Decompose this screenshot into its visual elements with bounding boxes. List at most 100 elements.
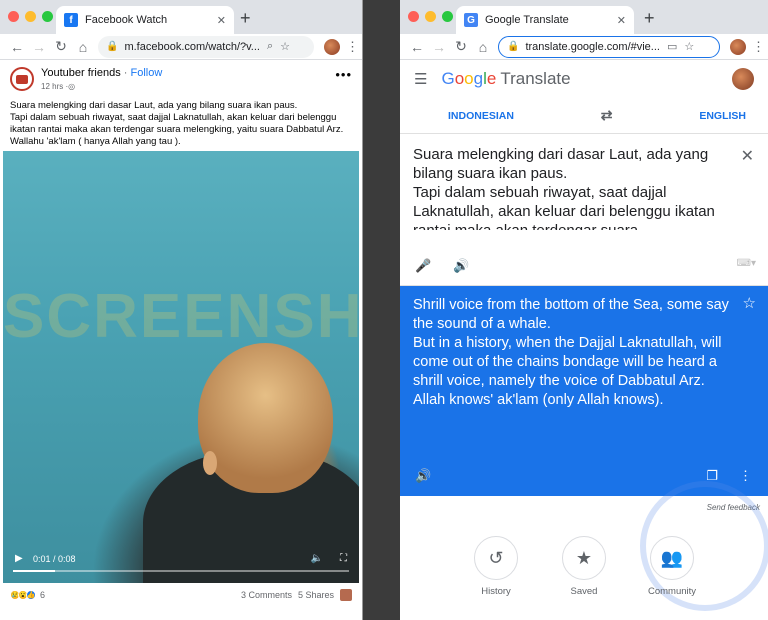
home-icon[interactable]: ⌂: [72, 39, 94, 55]
swap-languages-icon[interactable]: ⇄: [601, 107, 613, 124]
screenshot-watermark: SCREENSHOT: [3, 282, 359, 351]
close-window-button[interactable]: [8, 11, 19, 22]
reload-icon[interactable]: ↻: [50, 38, 72, 55]
app-header: ☰ Google Translate: [400, 60, 768, 98]
browser-menu-icon[interactable]: ⋮: [752, 39, 765, 55]
desktop-gap: [363, 0, 400, 620]
speaker-icon[interactable]: 🔊: [453, 258, 469, 274]
community-label: Community: [647, 586, 697, 597]
minimize-window-button[interactable]: [425, 11, 436, 22]
video-person-ear: [203, 451, 217, 475]
post-card: Youtuber friends · Follow 12 hrs ·◎ ••• …: [0, 60, 362, 620]
volume-icon[interactable]: 🔈: [311, 553, 323, 564]
source-language-button[interactable]: INDONESIAN: [448, 110, 514, 122]
save-star-icon[interactable]: ☆: [743, 294, 756, 312]
history-label: History: [481, 586, 511, 597]
speaker-icon[interactable]: 🔊: [415, 468, 431, 484]
tab-facebook-watch[interactable]: f Facebook Watch ✕: [56, 6, 234, 34]
star-icon: ★: [562, 536, 606, 580]
browser-toolbar: ← → ↻ ⌂ 🔒 m.facebook.com/watch/?v... ⌕ ☆…: [0, 34, 362, 60]
facebook-icon: f: [64, 13, 78, 27]
close-tab-icon[interactable]: ✕: [217, 14, 226, 27]
search-icon[interactable]: ⌕: [267, 40, 273, 53]
video-person-head: [198, 343, 333, 493]
profile-avatar[interactable]: [324, 38, 340, 55]
history-button[interactable]: ↺ History: [466, 536, 526, 620]
browser-window-facebook: f Facebook Watch ✕ + ← → ↻ ⌂ 🔒 m.faceboo…: [0, 0, 363, 620]
address-bar[interactable]: 🔒 m.facebook.com/watch/?v... ⌕ ☆: [98, 35, 314, 58]
reactions[interactable]: 😢 😮 👍: [10, 590, 36, 600]
history-icon: ↺: [474, 536, 518, 580]
more-options-icon[interactable]: ⋮: [739, 468, 752, 484]
target-language-button[interactable]: ENGLISH: [699, 110, 746, 122]
back-icon[interactable]: ←: [6, 39, 28, 55]
clear-text-icon[interactable]: ✕: [741, 146, 754, 166]
keyboard-icon[interactable]: ⌨▾: [737, 258, 756, 269]
minimize-window-button[interactable]: [25, 11, 36, 22]
lock-icon: 🔒: [106, 41, 119, 52]
close-window-button[interactable]: [408, 11, 419, 22]
cast-icon[interactable]: ▭: [667, 40, 677, 53]
globe-icon: ·◎: [65, 82, 76, 91]
saved-label: Saved: [570, 586, 598, 597]
post-footer: 😢 😮 👍 6 3 Comments 5 Shares: [0, 583, 362, 607]
play-icon[interactable]: ▶: [15, 553, 23, 564]
video-progress-bar[interactable]: [13, 570, 349, 572]
like-reaction-icon: 👍: [26, 590, 36, 600]
reaction-count: 6: [40, 590, 46, 600]
microphone-icon[interactable]: 🎤: [415, 258, 431, 274]
community-button[interactable]: 👥 Community: [642, 536, 702, 620]
post-text: Suara melengking dari dasar Laut, ada ya…: [10, 100, 344, 147]
video-controls: ▶ 0:01 / 0:08 🔈 ⛶: [3, 547, 359, 583]
tab-google-translate[interactable]: G Google Translate ✕: [456, 6, 634, 34]
google-translate-icon: G: [464, 13, 478, 27]
post-meta: Youtuber friends · Follow 12 hrs ·◎: [41, 67, 163, 91]
close-tab-icon[interactable]: ✕: [617, 14, 626, 27]
source-panel: Suara melengking dari dasar Laut, ada ya…: [400, 134, 768, 286]
copy-icon[interactable]: ❐: [706, 468, 718, 484]
reload-icon[interactable]: ↻: [450, 38, 472, 55]
lock-icon: 🔒: [507, 41, 520, 52]
shares-link[interactable]: 5 Shares: [298, 590, 334, 600]
google-translate-logo: Google Translate: [441, 69, 571, 88]
window-controls: [8, 11, 53, 22]
address-bar[interactable]: 🔒 translate.google.com/#vie... ▭ ☆: [498, 35, 720, 58]
post-time: 12 hrs: [41, 82, 64, 91]
bookmark-star-icon[interactable]: ☆: [280, 40, 290, 53]
saved-button[interactable]: ★ Saved: [554, 536, 614, 620]
translation-panel: Shrill voice from the bottom of the Sea,…: [400, 286, 768, 611]
video-time: 0:01 / 0:08: [33, 554, 76, 564]
page-avatar[interactable]: [10, 67, 34, 91]
bottom-actions: ↺ History ★ Saved 👥 Community: [400, 536, 768, 620]
video-progress-fill: [13, 570, 55, 572]
forward-icon[interactable]: →: [28, 39, 50, 55]
maximize-window-button[interactable]: [442, 11, 453, 22]
bookmark-star-icon[interactable]: ☆: [684, 40, 694, 53]
facebook-page: Youtuber friends · Follow 12 hrs ·◎ ••• …: [0, 60, 362, 620]
profile-avatar[interactable]: [730, 38, 746, 55]
tab-title: Facebook Watch: [85, 14, 168, 26]
back-icon[interactable]: ←: [406, 39, 428, 55]
home-icon[interactable]: ⌂: [472, 39, 494, 55]
account-avatar[interactable]: [732, 68, 754, 90]
translation-text: Shrill voice from the bottom of the Sea,…: [413, 297, 729, 408]
video-player[interactable]: SCREENSHOT ▶ 0:01 / 0:08 🔈 ⛶: [3, 151, 359, 583]
page-name[interactable]: Youtuber friends: [41, 67, 121, 79]
follow-link[interactable]: Follow: [131, 67, 163, 79]
menu-icon[interactable]: ☰: [414, 70, 427, 88]
tab-bar: f Facebook Watch ✕ +: [0, 0, 362, 34]
window-controls: [408, 11, 453, 22]
more-options-icon[interactable]: •••: [335, 67, 352, 82]
share-avatar[interactable]: [340, 589, 352, 601]
tab-title: Google Translate: [485, 14, 569, 26]
new-tab-button[interactable]: +: [644, 8, 655, 29]
comments-link[interactable]: 3 Comments: [241, 590, 292, 600]
forward-icon[interactable]: →: [428, 39, 450, 55]
new-tab-button[interactable]: +: [240, 8, 251, 29]
source-text-input[interactable]: Suara melengking dari dasar Laut, ada ya…: [413, 145, 724, 230]
fullscreen-icon[interactable]: ⛶: [340, 553, 347, 564]
post-header: Youtuber friends · Follow 12 hrs ·◎ •••: [0, 60, 362, 96]
browser-menu-icon[interactable]: ⋮: [346, 39, 359, 55]
maximize-window-button[interactable]: [42, 11, 53, 22]
google-translate-page: ☰ Google Translate INDONESIAN ⇄ ENGLISH S…: [400, 60, 768, 620]
